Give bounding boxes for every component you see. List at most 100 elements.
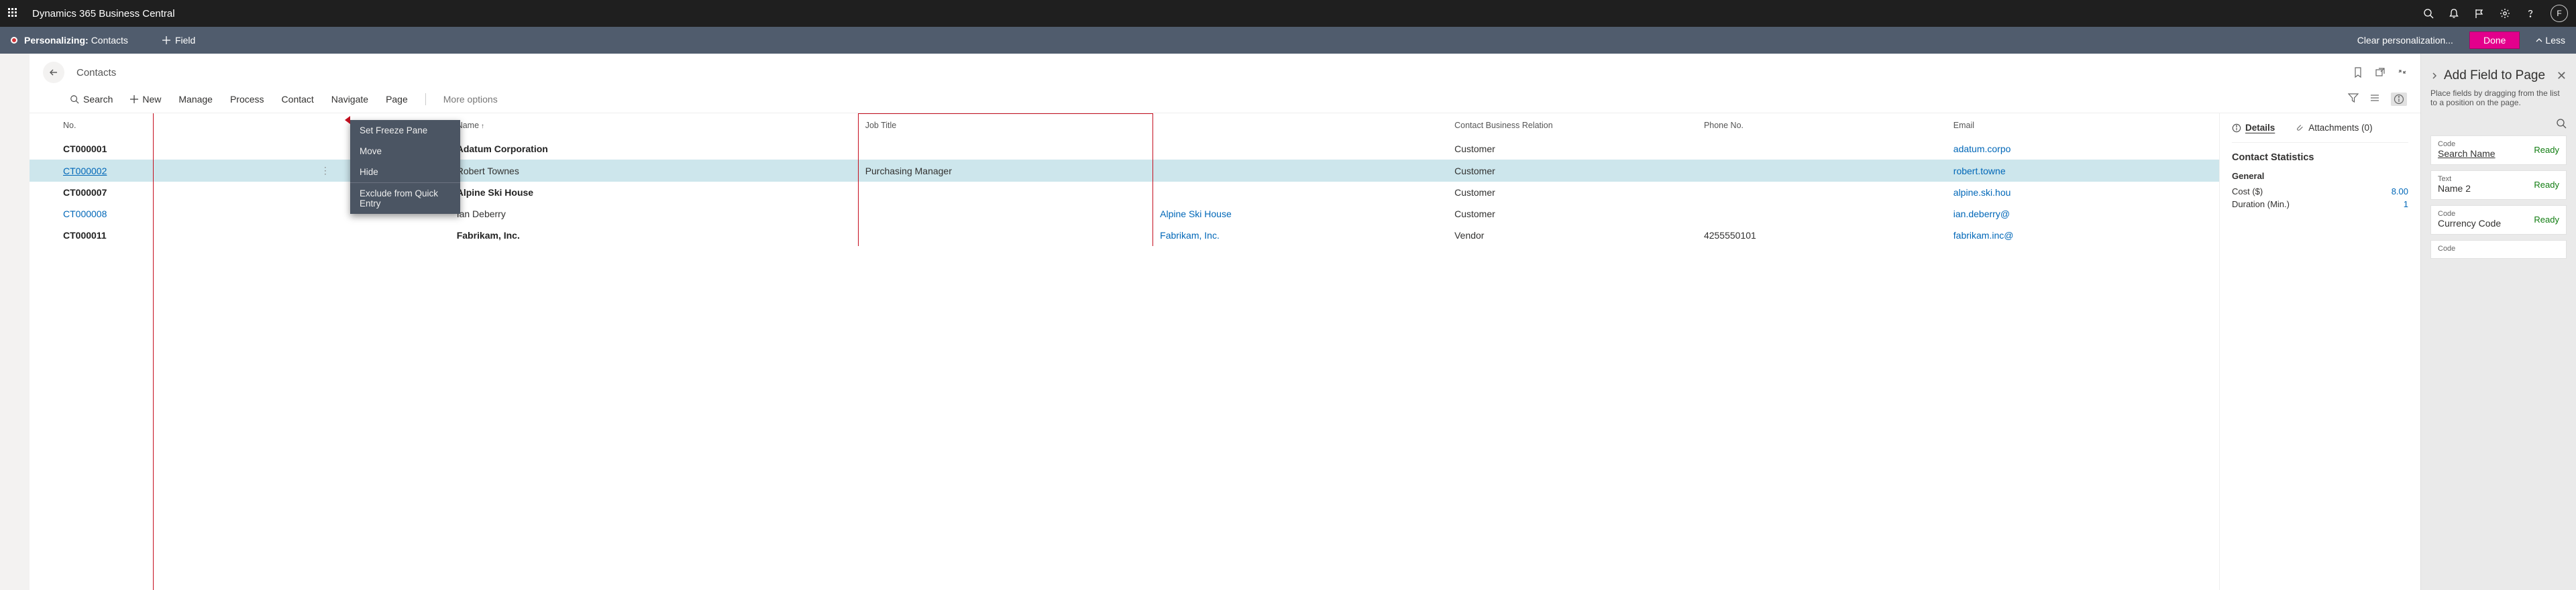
cell-cbr[interactable]: Customer [1448, 203, 1697, 225]
new-action[interactable]: New [130, 94, 161, 105]
col-no[interactable]: No. [30, 114, 314, 139]
less-toggle[interactable]: Less [2536, 35, 2565, 46]
field-card[interactable]: CodeCurrency CodeReady [2430, 205, 2567, 235]
menu-set-freeze[interactable]: Set Freeze Pane [350, 120, 460, 141]
personalize-page-name: Contacts [91, 35, 128, 46]
done-button[interactable]: Done [2469, 32, 2520, 49]
cell-phone[interactable] [1697, 160, 1947, 182]
list-icon[interactable] [2369, 93, 2380, 106]
page-title: Contacts [76, 67, 116, 78]
cell-phone[interactable] [1697, 203, 1947, 225]
duration-value[interactable]: 1 [2404, 199, 2408, 209]
collapse-icon[interactable] [2398, 67, 2407, 78]
tab-attachments[interactable]: Attachments (0) [2295, 123, 2372, 133]
back-button[interactable] [43, 62, 64, 83]
cell-email[interactable]: adatum.corpo [1947, 138, 2219, 160]
cell-no[interactable]: CT000007 [30, 182, 314, 203]
cell-job-title[interactable] [858, 182, 1152, 203]
cell-name[interactable]: Alpine Ski House [450, 182, 858, 203]
content-area: Contacts Search New Manage Proces [0, 54, 2420, 590]
cell-company-name[interactable]: Alpine Ski House [1153, 203, 1448, 225]
close-icon[interactable]: ✕ [2557, 69, 2567, 83]
search-icon[interactable] [2556, 118, 2567, 129]
chevron-right-icon[interactable] [2430, 72, 2438, 80]
main: Contacts Search New Manage Proces [0, 54, 2576, 590]
cell-no[interactable]: CT000011 [30, 225, 314, 246]
help-icon[interactable] [2525, 8, 2536, 19]
avatar[interactable]: F [2551, 5, 2568, 22]
page-action[interactable]: Page [386, 94, 408, 105]
cell-job-title[interactable] [858, 138, 1152, 160]
factbox-row-duration: Duration (Min.) 1 [2232, 198, 2408, 211]
cell-no[interactable]: CT000001 [30, 138, 314, 160]
add-field-button[interactable]: Field [162, 35, 195, 46]
cell-company-name[interactable]: Fabrikam, Inc. [1153, 225, 1448, 246]
cell-email[interactable]: robert.towne [1947, 160, 2219, 182]
cell-job-title[interactable] [858, 203, 1152, 225]
factbox-section-general: General [2232, 171, 2408, 181]
cell-email[interactable]: alpine.ski.hou [1947, 182, 2219, 203]
cell-name[interactable]: Robert Townes [450, 160, 858, 182]
cell-no[interactable]: CT000008 [30, 203, 314, 225]
col-email[interactable]: Email [1947, 114, 2219, 139]
search-label: Search [83, 94, 113, 105]
row-menu[interactable] [314, 225, 450, 246]
cell-cbr[interactable]: Customer [1448, 160, 1697, 182]
bell-icon[interactable] [2449, 8, 2459, 19]
cell-phone[interactable]: 4255550101 [1697, 225, 1947, 246]
filter-icon[interactable] [2348, 93, 2359, 106]
side-desc: Place fields by dragging from the list t… [2430, 88, 2567, 107]
cell-company-name[interactable] [1153, 182, 1448, 203]
manage-action[interactable]: Manage [178, 94, 213, 105]
field-card[interactable]: TextName 2Ready [2430, 170, 2567, 200]
more-options[interactable]: More options [443, 94, 498, 105]
page-card: Contacts Search New Manage Proces [30, 54, 2420, 590]
clear-personalization-link[interactable]: Clear personalization... [2357, 35, 2453, 46]
field-card[interactable]: CodeSearch NameReady [2430, 135, 2567, 165]
cell-name[interactable]: Ian Deberry [450, 203, 858, 225]
more-options-label: More options [443, 94, 498, 105]
cell-job-title[interactable] [858, 225, 1152, 246]
flag-icon[interactable] [2474, 8, 2485, 19]
search-action[interactable]: Search [70, 94, 113, 105]
process-action[interactable]: Process [230, 94, 264, 105]
cell-no[interactable]: CT000002 [30, 160, 314, 182]
factbox-tabs: Details Attachments (0) [2232, 120, 2408, 143]
search-icon[interactable] [2423, 8, 2434, 19]
cell-cbr[interactable]: Customer [1448, 138, 1697, 160]
cell-cbr[interactable]: Customer [1448, 182, 1697, 203]
navigate-action[interactable]: Navigate [331, 94, 368, 105]
cell-name[interactable]: Adatum Corporation [450, 138, 858, 160]
bookmark-icon[interactable] [2353, 67, 2363, 78]
menu-hide[interactable]: Hide [350, 162, 460, 182]
cost-value[interactable]: 8.00 [2392, 186, 2408, 196]
app-launcher-icon[interactable] [8, 8, 19, 19]
table-row[interactable]: CT000011Fabrikam, Inc.Fabrikam, Inc.Vend… [30, 225, 2219, 246]
cell-name[interactable]: Fabrikam, Inc. [450, 225, 858, 246]
col-phone[interactable]: Phone No. [1697, 114, 1947, 139]
grid-wrap: No. Name Job Title Contact Business Rela… [30, 113, 2420, 590]
col-cbr[interactable]: Contact Business Relation [1448, 114, 1697, 139]
gear-icon[interactable] [2500, 8, 2510, 19]
cell-email[interactable]: fabrikam.inc@ [1947, 225, 2219, 246]
cell-company-name[interactable] [1153, 160, 1448, 182]
contact-action[interactable]: Contact [282, 94, 314, 105]
open-new-icon[interactable] [2375, 67, 2385, 78]
cell-phone[interactable] [1697, 182, 1947, 203]
column-handle-icon[interactable] [345, 116, 350, 124]
menu-exclude-quick-entry[interactable]: Exclude from Quick Entry [350, 183, 460, 214]
field-card[interactable]: Code [2430, 240, 2567, 259]
cell-job-title[interactable]: Purchasing Manager [858, 160, 1152, 182]
cell-cbr[interactable]: Vendor [1448, 225, 1697, 246]
menu-move[interactable]: Move [350, 141, 460, 162]
info-icon[interactable] [2391, 93, 2407, 106]
field-ready: Ready [2534, 180, 2559, 190]
record-icon [11, 37, 17, 44]
tab-details[interactable]: Details [2232, 123, 2275, 133]
cell-company-name[interactable] [1153, 138, 1448, 160]
cell-phone[interactable] [1697, 138, 1947, 160]
col-name[interactable]: Name [450, 114, 858, 139]
col-job-title[interactable]: Job Title [858, 114, 1152, 139]
more-icon[interactable]: ⋮ [321, 165, 334, 176]
cell-email[interactable]: ian.deberry@ [1947, 203, 2219, 225]
